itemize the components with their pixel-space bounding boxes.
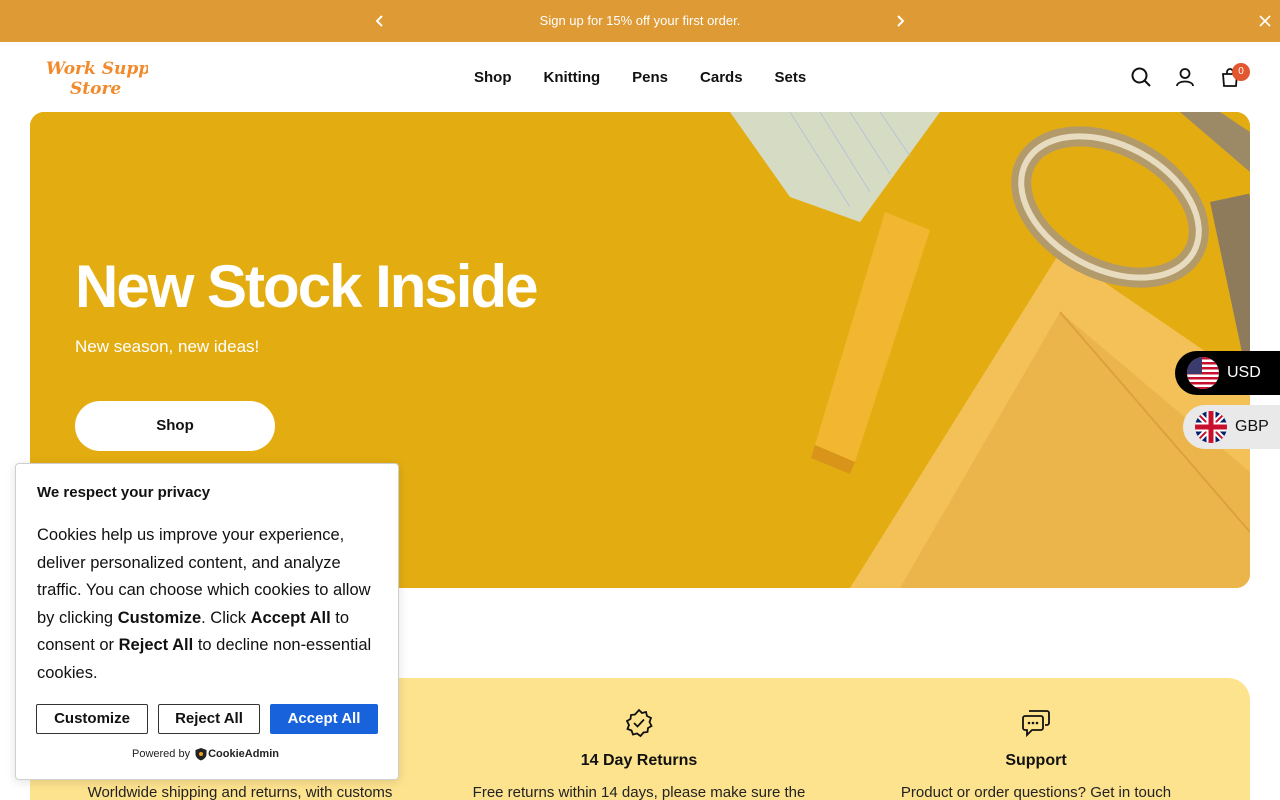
cookieadmin-logo[interactable]: CookieAdmin (194, 747, 279, 761)
cookie-customize-button[interactable]: Customize (36, 704, 148, 734)
nav-item-cards[interactable]: Cards (684, 69, 759, 86)
feature-returns-title: 14 Day Returns (580, 752, 698, 769)
account-icon[interactable] (1174, 66, 1196, 88)
cookieadmin-shield-icon (195, 748, 207, 761)
cookie-powered-by: Powered by CookieAdmin (132, 747, 279, 761)
cookie-body-2: . Click (201, 608, 251, 627)
currency-gbp-label: GBP (1235, 418, 1269, 435)
chat-icon (1021, 708, 1051, 738)
currency-usd-label: USD (1227, 364, 1261, 381)
cookieadmin-brand: CookieAdmin (208, 748, 279, 760)
hero-title: New Stock Inside (75, 253, 538, 320)
cookie-description: Cookies help us improve your experience,… (37, 522, 387, 687)
chevron-right-icon[interactable] (890, 11, 910, 31)
cookie-accept-word: Accept All (250, 608, 331, 627)
store-logo[interactable]: Work Supply Store (44, 54, 168, 99)
currency-gbp-button[interactable]: GBP (1183, 405, 1280, 449)
cookie-reject-button[interactable]: Reject All (158, 704, 260, 734)
site-header: Work Supply Store Shop Knitting Pens Car… (0, 42, 1280, 112)
nav-item-pens[interactable]: Pens (616, 69, 684, 86)
cookie-title: We respect your privacy (37, 484, 211, 501)
us-flag-icon (1187, 357, 1219, 389)
currency-usd-button[interactable]: USD (1175, 351, 1280, 395)
feature-support-title: Support (1005, 752, 1067, 769)
feature-shipping-desc: Worldwide shipping and returns, with cus… (87, 784, 393, 800)
check-badge-icon (624, 708, 654, 738)
hero-subtitle: New season, new ideas! (75, 337, 260, 356)
announcement-bar: Sign up for 15% off your first order. (0, 0, 1280, 42)
cookie-customize-word: Customize (117, 608, 202, 627)
hero-shop-button[interactable]: Shop (75, 401, 275, 451)
cookie-reject-word: Reject All (118, 636, 194, 654)
cookie-consent-dialog: We respect your privacy Cookies help us … (15, 463, 399, 780)
uk-flag-icon (1195, 411, 1227, 443)
logo-line1: Work Supply (46, 59, 148, 79)
cart-count-badge: 0 (1232, 63, 1250, 81)
search-icon[interactable] (1130, 66, 1152, 88)
nav-item-sets[interactable]: Sets (759, 69, 823, 86)
main-nav: Shop Knitting Pens Cards Sets (458, 69, 822, 86)
feature-support-desc: Product or order questions? Get in touch (900, 784, 1172, 800)
feature-returns-desc: Free returns within 14 days, please make… (472, 784, 806, 800)
nav-item-knitting[interactable]: Knitting (528, 69, 617, 86)
cookie-accept-button[interactable]: Accept All (270, 704, 378, 734)
announcement-message[interactable]: Sign up for 15% off your first order. (0, 13, 1280, 28)
close-icon[interactable] (1255, 11, 1275, 31)
nav-item-shop[interactable]: Shop (458, 69, 528, 86)
powered-by-label: Powered by (132, 748, 191, 760)
logo-line2: Store (70, 79, 121, 98)
